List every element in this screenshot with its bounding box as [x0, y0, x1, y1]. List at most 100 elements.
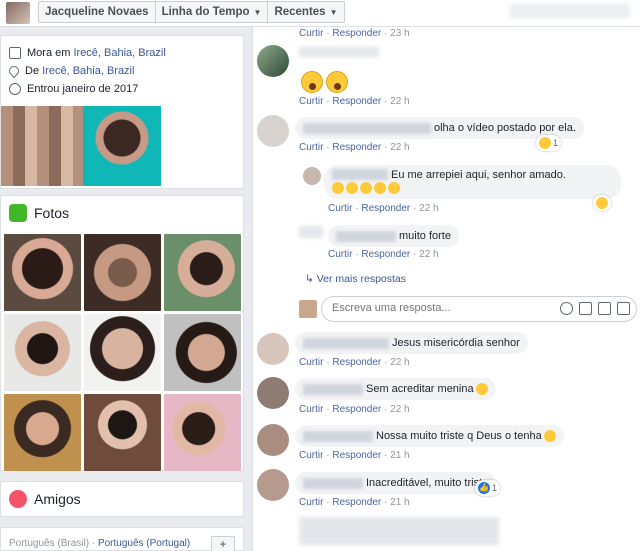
- language-link[interactable]: Português (Brasil): [9, 538, 89, 549]
- profile-nav: Jacqueline Novaes Linha do Tempo ▼ Recent…: [38, 1, 345, 23]
- tab-label: Jacqueline Novaes: [45, 6, 149, 18]
- comment-meta: Curtir · Responder · 22 h: [299, 142, 410, 153]
- reply-link[interactable]: Responder: [332, 450, 381, 461]
- reply-link[interactable]: Responder: [361, 203, 410, 214]
- photo-grid: [4, 234, 241, 471]
- timestamp: 21 h: [390, 497, 410, 508]
- top-bar: Jacqueline Novaes Linha do Tempo ▼ Recent…: [0, 0, 640, 27]
- reply-link[interactable]: Responder: [361, 249, 410, 260]
- like-link[interactable]: Curtir: [299, 404, 323, 415]
- reaction-badge[interactable]: 👍 1: [475, 480, 501, 496]
- photo-thumbnail[interactable]: [84, 234, 161, 311]
- reply-box[interactable]: [321, 296, 637, 322]
- comments-column: Curtir · Responder · 23 h Curtir · Respo…: [252, 27, 640, 551]
- like-link[interactable]: Curtir: [328, 203, 352, 214]
- language-link[interactable]: Português (Portugal): [98, 538, 190, 549]
- chevron-down-icon: ▼: [253, 8, 262, 17]
- photo-thumbnail[interactable]: [164, 234, 241, 311]
- comment-meta: Curtir · Responder · 21 h: [299, 497, 410, 508]
- more-replies-link[interactable]: ↳ Ver mais respostas: [305, 273, 406, 285]
- timestamp: 21 h: [390, 450, 410, 461]
- friends-card: Amigos: [0, 481, 244, 517]
- photo-thumbnail[interactable]: [164, 314, 241, 391]
- comment-bubble: Jesus misericórdia senhor: [295, 332, 528, 354]
- reply-link[interactable]: Responder: [332, 497, 381, 508]
- reply-link[interactable]: Responder: [332, 142, 381, 153]
- intro-text: De: [25, 65, 43, 77]
- sad-emoji-icon: [475, 383, 488, 395]
- photos-card: Fotos: [0, 195, 244, 471]
- tab-profile-name[interactable]: Jacqueline Novaes: [39, 2, 156, 22]
- tab-timeline[interactable]: Linha do Tempo ▼: [156, 2, 269, 22]
- like-link[interactable]: Curtir: [299, 96, 323, 107]
- reply-arrow-icon: ↳: [305, 273, 317, 285]
- comment-meta: Curtir · Responder · 22 h: [328, 249, 439, 260]
- like-link[interactable]: Curtir: [299, 357, 323, 368]
- like-link[interactable]: Curtir: [299, 142, 323, 153]
- reaction-badge[interactable]: 1: [536, 135, 562, 151]
- blurred-name: [303, 383, 363, 395]
- featured-photo[interactable]: [83, 106, 161, 186]
- tab-recent[interactable]: Recentes ▼: [268, 2, 343, 22]
- sticker-icon[interactable]: [617, 302, 630, 315]
- reply-link[interactable]: Responder: [332, 28, 381, 39]
- location-pin-icon: [6, 63, 22, 79]
- intro-joined: Entrou janeiro de 2017: [1, 80, 243, 98]
- reply-link[interactable]: Responder: [332, 357, 381, 368]
- blurred-name: [303, 430, 373, 442]
- avatar[interactable]: [257, 115, 289, 147]
- like-link[interactable]: Curtir: [328, 249, 352, 260]
- gif-icon[interactable]: [598, 302, 611, 315]
- like-link[interactable]: Curtir: [299, 28, 323, 39]
- comment-text: Eu me arrepiei aqui, senhor amado.: [391, 169, 566, 181]
- avatar[interactable]: [257, 377, 289, 409]
- comment-bubble: Inacreditável, muito triste: [295, 472, 497, 494]
- timestamp: 22 h: [390, 142, 410, 153]
- reaction-badge[interactable]: [593, 195, 611, 211]
- avatar[interactable]: [257, 333, 289, 365]
- emoji-icon[interactable]: [560, 302, 573, 315]
- comment-bubble: Sem acreditar menina: [295, 378, 496, 400]
- photos-header[interactable]: Fotos: [1, 196, 243, 230]
- photo-icon: [9, 204, 27, 222]
- comment-text: Inacreditável, muito triste: [366, 477, 489, 489]
- photo-thumbnail[interactable]: [4, 394, 81, 471]
- photo-thumbnail[interactable]: [84, 314, 161, 391]
- avatar[interactable]: [257, 469, 289, 501]
- timestamp: 23 h: [390, 28, 410, 39]
- avatar[interactable]: [303, 167, 321, 185]
- comment-meta: Curtir · Responder · 22 h: [328, 203, 439, 214]
- comment-text: Nossa muito triste q Deus o tenha: [376, 430, 542, 442]
- photo-thumbnail[interactable]: [4, 314, 81, 391]
- photo-thumbnail[interactable]: [84, 394, 161, 471]
- like-link[interactable]: Curtir: [299, 497, 323, 508]
- intro-card: Mora em Irecê, Bahia, Brazil De Irecê, B…: [0, 35, 244, 189]
- photo-thumbnail[interactable]: [164, 394, 241, 471]
- like-emoji-icon: 👍: [478, 482, 490, 494]
- comment-meta: Curtir · Responder · 22 h: [299, 96, 410, 107]
- intro-from: De Irecê, Bahia, Brazil: [1, 62, 243, 80]
- avatar[interactable]: [257, 45, 289, 77]
- lives-link[interactable]: Irecê, Bahia, Brazil: [73, 47, 165, 59]
- like-link[interactable]: Curtir: [299, 450, 323, 461]
- smile-emoji-icon: [543, 430, 556, 442]
- scared-emoji-icon: [326, 71, 348, 93]
- add-language-button[interactable]: +: [211, 536, 235, 551]
- photo-thumbnail[interactable]: [4, 234, 81, 311]
- intro-text: Mora em: [27, 47, 74, 59]
- camera-icon[interactable]: [579, 302, 592, 315]
- timestamp: 22 h: [390, 357, 410, 368]
- timestamp: 22 h: [419, 249, 439, 260]
- timestamp: 22 h: [390, 404, 410, 415]
- featured-photo-pixelated[interactable]: [1, 106, 83, 186]
- blurred-name: [303, 337, 389, 349]
- reply-link[interactable]: Responder: [332, 404, 381, 415]
- avatar[interactable]: [257, 424, 289, 456]
- profile-avatar[interactable]: [6, 2, 30, 24]
- reply-link[interactable]: Responder: [332, 96, 381, 107]
- timestamp: 22 h: [390, 96, 410, 107]
- reply-input[interactable]: [332, 302, 522, 314]
- blurred-area: [510, 4, 630, 18]
- from-link[interactable]: Irecê, Bahia, Brazil: [42, 65, 134, 77]
- friends-header[interactable]: Amigos: [1, 482, 243, 516]
